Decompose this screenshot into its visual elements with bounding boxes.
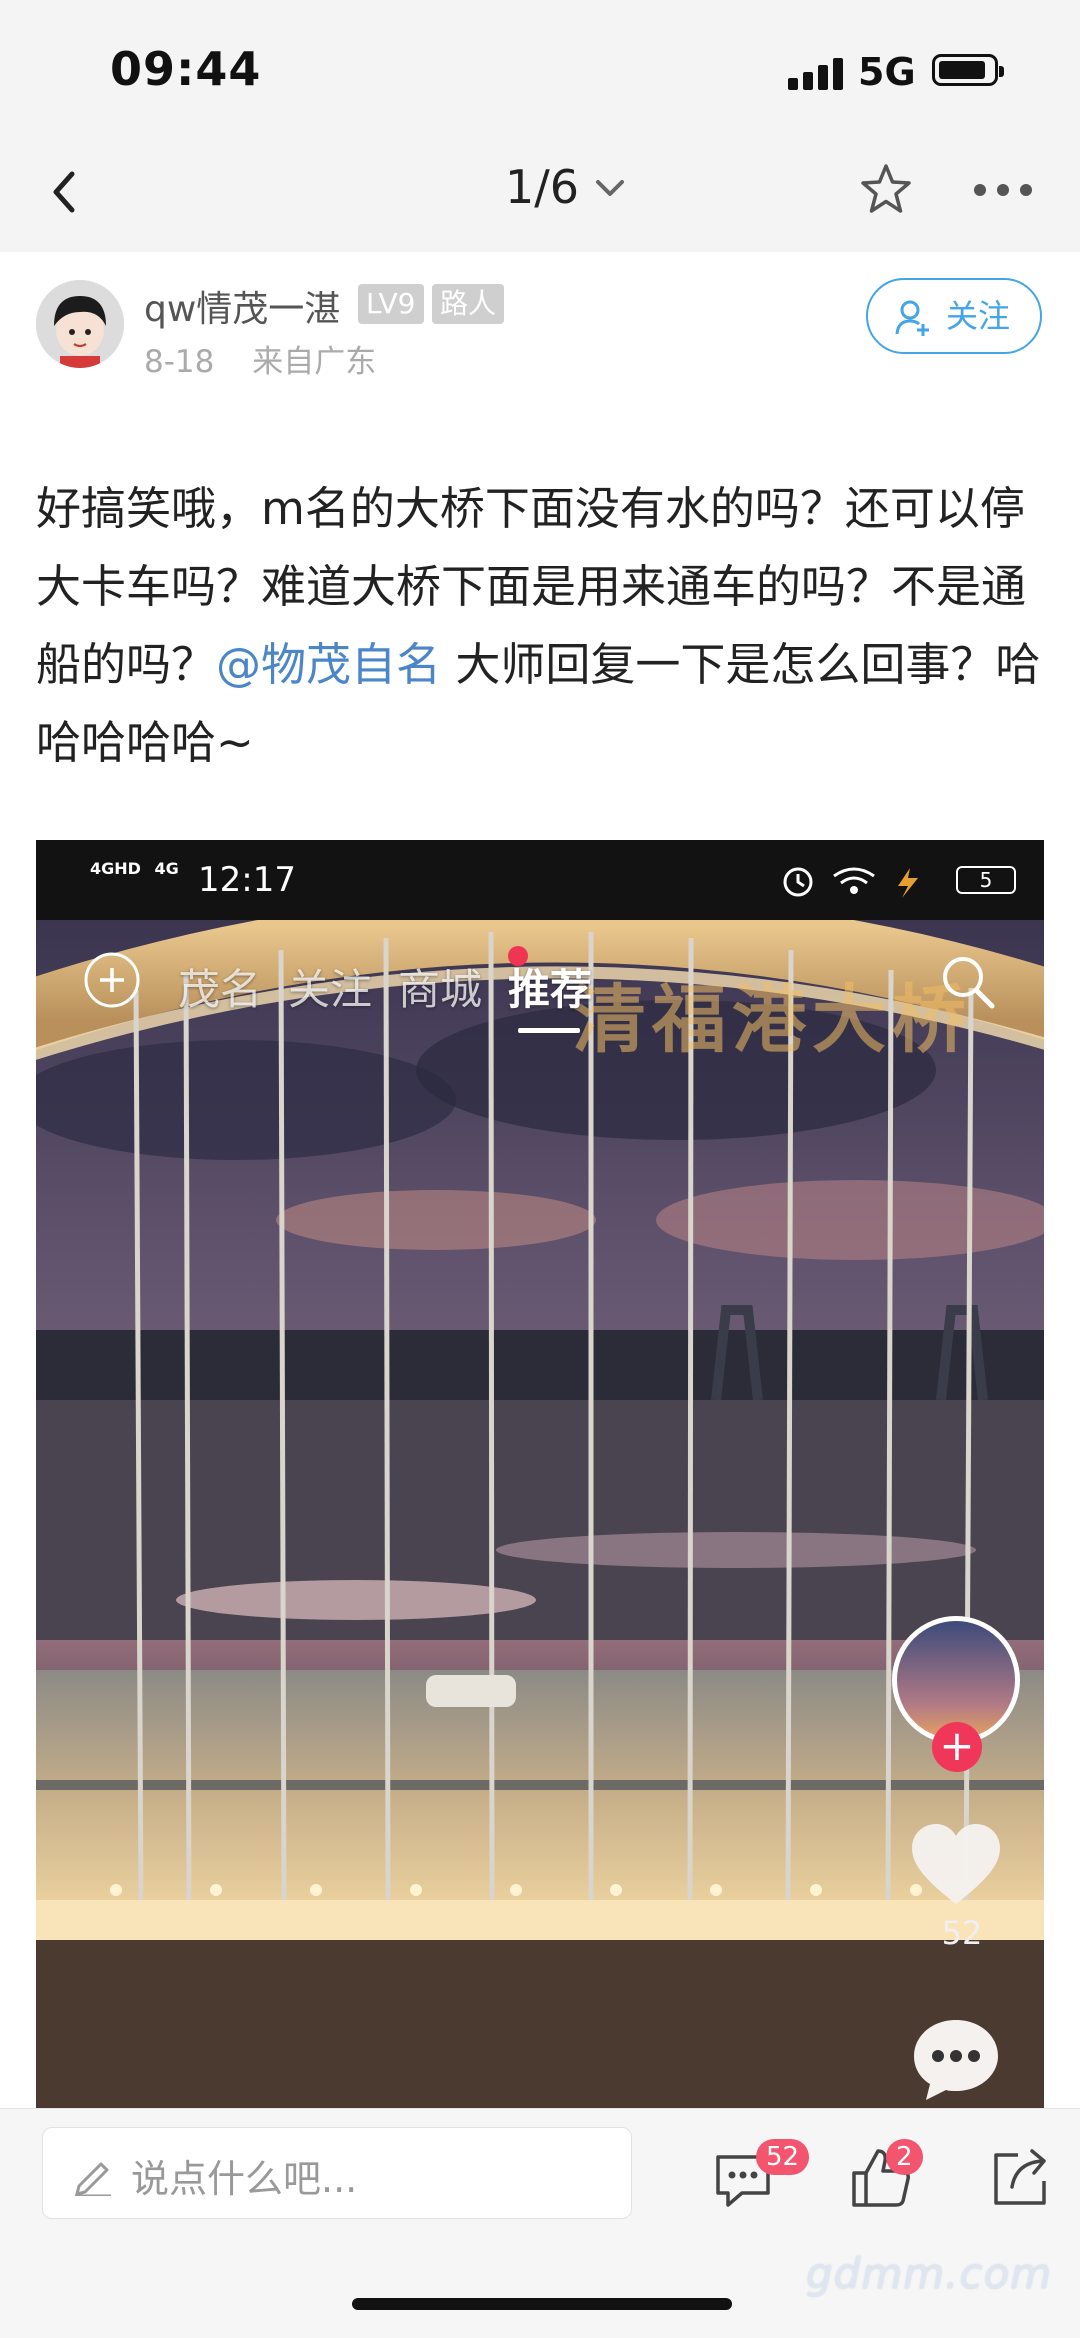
avatar[interactable] [36, 280, 124, 368]
embedded-battery: 5 [956, 866, 1016, 894]
mention-link[interactable]: @物茂自名 [216, 638, 441, 691]
role-badge: 路人 [432, 284, 505, 324]
embedded-tab-recommend: 推荐 [508, 965, 593, 1014]
pencil-icon [75, 2162, 111, 2196]
embedded-status-bar: 4GHD 4G 12:17 5 [36, 840, 1044, 920]
chevron-down-icon[interactable] [592, 174, 628, 202]
like-count: 52 [941, 1914, 983, 1952]
comment-icon [914, 2020, 998, 2100]
comment-count-badge: 52 [756, 2139, 810, 2175]
post-image[interactable]: 4GHD 4G 12:17 5 茂名 关注 商城 清福港大桥 推荐 + 52 [36, 840, 1044, 2108]
search-icon [943, 957, 995, 1009]
heart-icon [912, 1824, 1000, 1904]
home-indicator [352, 2298, 732, 2310]
status-time: 09:44 [110, 42, 262, 96]
site-watermark: gdmm.com [806, 2249, 1053, 2298]
embedded-tab-mall: 商城 [398, 965, 483, 1014]
bridge-title-overlay: 清福港大桥 [572, 977, 972, 1063]
signal-icon [788, 56, 844, 90]
active-tab-underline [518, 1028, 580, 1033]
star-icon[interactable] [856, 160, 916, 220]
embedded-time: 12:17 [198, 860, 296, 900]
status-bar: 09:44 5G [0, 0, 1080, 140]
post-location: 来自广东 [252, 344, 377, 380]
author-name[interactable]: qw情茂一湛 [144, 280, 340, 332]
post-date: 8-18 [144, 344, 215, 380]
add-user-icon [895, 300, 929, 336]
embedded-network-b: 4G [154, 859, 179, 878]
embedded-network-a: 4GHD [90, 859, 141, 878]
plus-icon [84, 952, 140, 1008]
embedded-tab-follow: 关注 [288, 965, 373, 1014]
share-icon[interactable] [986, 2143, 1056, 2213]
post-body: 好搞笑哦，m名的大桥下面没有水的吗？还可以停大卡车吗？难道大桥下面是用来通车的吗… [36, 470, 1046, 782]
network-type: 5G [858, 50, 916, 94]
embedded-tab-maoming: 茂名 [178, 965, 263, 1014]
nav-bar: 1/6 [0, 140, 1080, 252]
like-count-badge: 2 [886, 2139, 923, 2175]
embedded-network: 4GHD 4G [90, 860, 179, 878]
level-badge: LV9 [358, 284, 424, 324]
post-meta: 8-18 来自广东 [144, 336, 404, 381]
follow-button[interactable]: 关注 [866, 278, 1042, 354]
more-icon[interactable] [970, 170, 1036, 210]
back-icon[interactable] [36, 162, 96, 222]
plus-icon: + [932, 1722, 982, 1772]
comment-input[interactable]: 说点什么吧... [42, 2127, 632, 2219]
comment-placeholder: 说点什么吧... [131, 2157, 358, 2201]
page-indicator[interactable]: 1/6 [505, 160, 579, 214]
battery-icon [932, 54, 1004, 86]
follow-label: 关注 [946, 297, 1011, 335]
